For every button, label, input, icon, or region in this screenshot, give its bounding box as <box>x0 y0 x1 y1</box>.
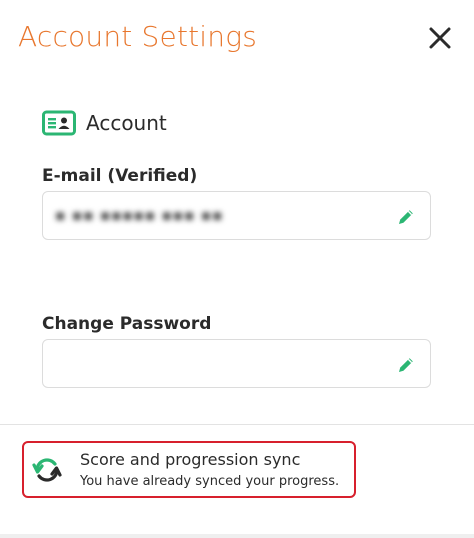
email-label: E-mail (Verified) <box>42 166 198 186</box>
pencil-icon <box>399 358 413 372</box>
id-card-icon <box>42 110 76 136</box>
close-icon <box>429 27 451 49</box>
pencil-icon <box>399 210 413 224</box>
sync-icon <box>30 453 64 487</box>
sync-status: You have already synced your progress. <box>80 474 340 489</box>
email-value: ▪ ▪▪ ▪▪▪▪▪ ▪▪▪ ▪▪ <box>55 206 224 224</box>
account-section-title: Account <box>86 111 167 135</box>
email-field[interactable]: ▪ ▪▪ ▪▪▪▪▪ ▪▪▪ ▪▪ <box>42 191 431 240</box>
bottom-divider <box>0 534 474 538</box>
password-label: Change Password <box>42 314 212 334</box>
section-divider <box>0 424 474 425</box>
close-button[interactable] <box>420 20 460 56</box>
password-field[interactable] <box>42 339 431 388</box>
page-title: Account Settings <box>18 20 258 53</box>
sync-text: Score and progression sync You have alre… <box>80 450 339 489</box>
account-section-header: Account <box>42 108 167 138</box>
score-sync-item[interactable]: Score and progression sync You have alre… <box>22 441 356 498</box>
edit-email-button[interactable] <box>394 205 418 229</box>
sync-title: Score and progression sync <box>80 450 301 469</box>
edit-password-button[interactable] <box>394 353 418 377</box>
